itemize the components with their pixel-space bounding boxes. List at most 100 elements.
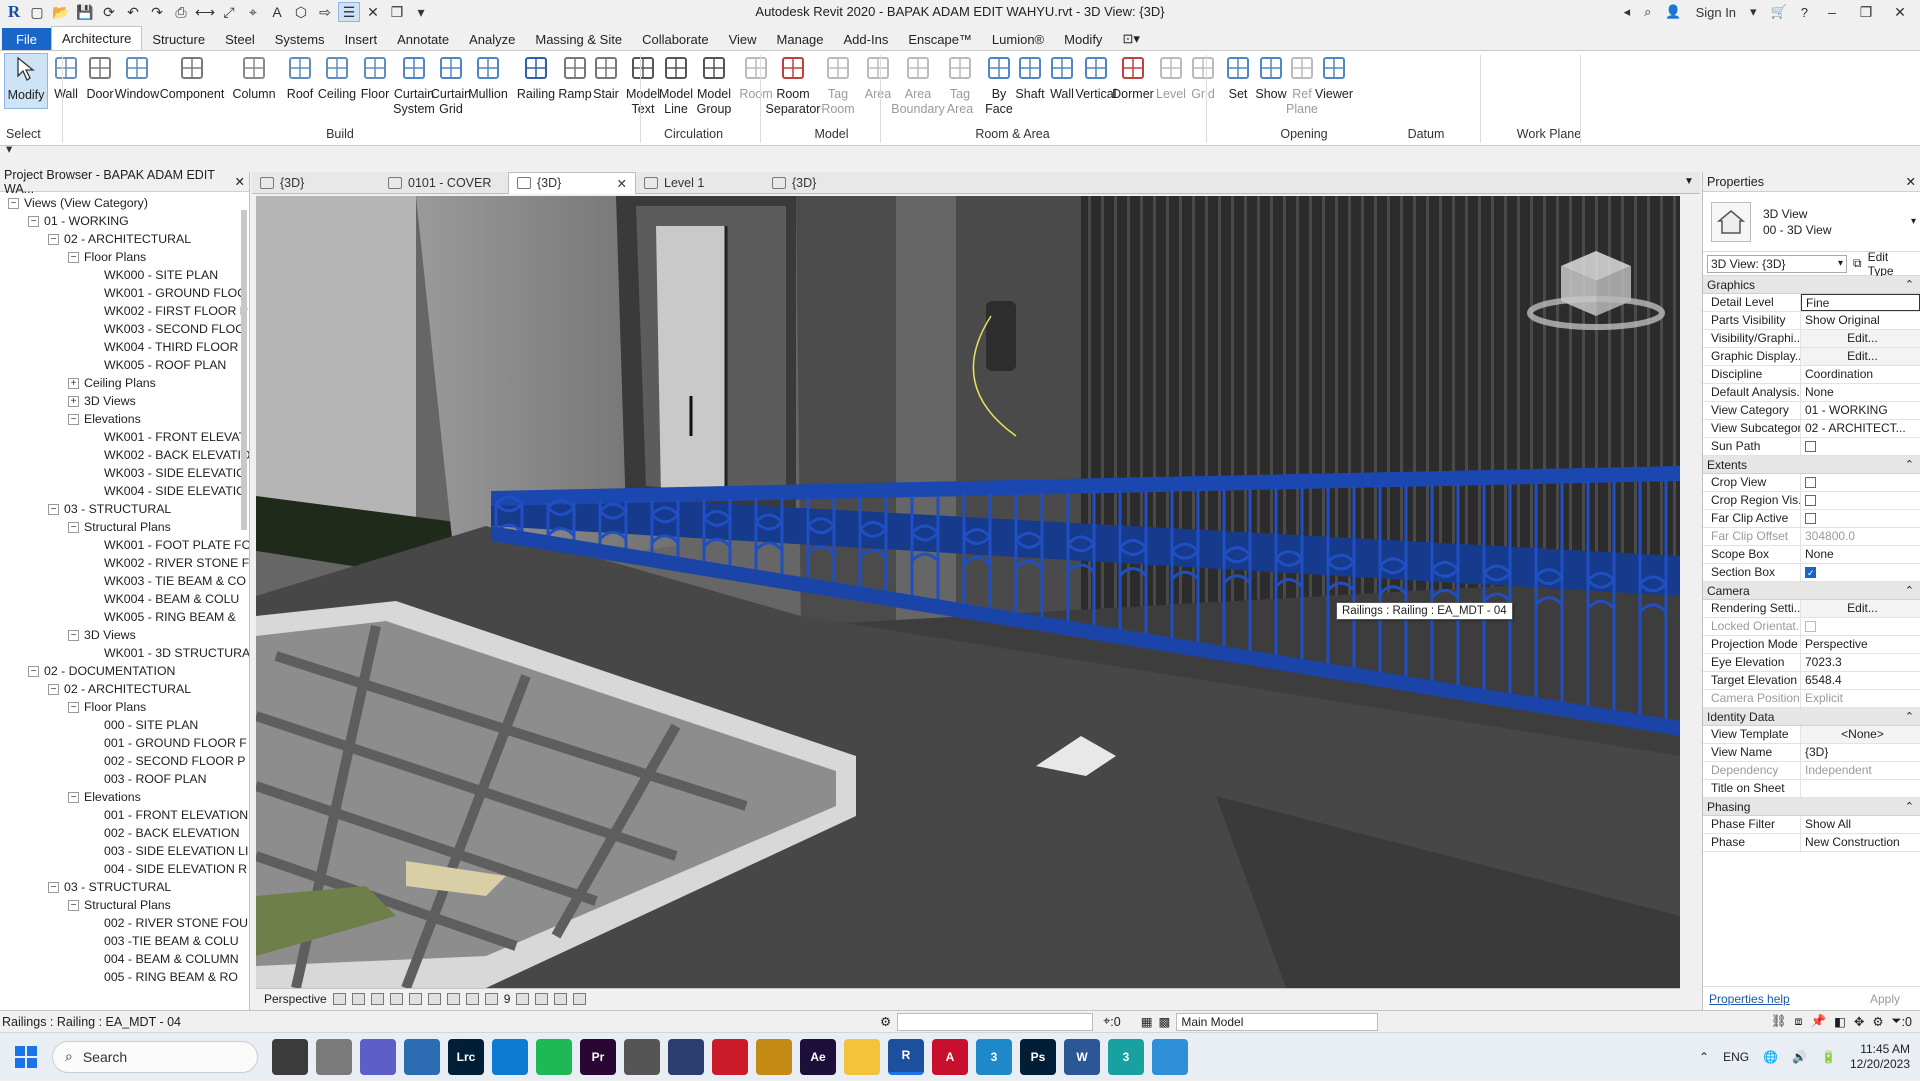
- collapse-icon[interactable]: −: [28, 666, 39, 678]
- tab-systems[interactable]: Systems: [265, 28, 335, 50]
- tree-node[interactable]: WK002 - RIVER STONE F: [0, 554, 249, 572]
- checkbox[interactable]: [1805, 621, 1816, 633]
- app-3-icon[interactable]: 3: [976, 1038, 1012, 1075]
- tab-lumion[interactable]: Lumion®: [982, 28, 1054, 50]
- collapse-icon[interactable]: −: [48, 882, 59, 894]
- revit-app-icon[interactable]: R: [888, 1038, 924, 1075]
- property-value[interactable]: 304800.0: [1801, 528, 1920, 545]
- property-value[interactable]: [1801, 510, 1920, 527]
- start-button[interactable]: [0, 1033, 52, 1081]
- property-value[interactable]: Show All: [1801, 816, 1920, 833]
- collapse-icon[interactable]: −: [68, 252, 79, 264]
- sync-icon[interactable]: ⟳: [98, 2, 120, 22]
- tree-node[interactable]: −02 - DOCUMENTATION: [0, 662, 249, 680]
- property-value[interactable]: Explicit: [1801, 690, 1920, 707]
- property-value[interactable]: None: [1801, 546, 1920, 563]
- tree-node[interactable]: − Elevations: [0, 788, 249, 806]
- tree-node[interactable]: 004 - SIDE ELEVATION R: [0, 860, 249, 878]
- checkbox[interactable]: [1805, 441, 1816, 453]
- collapse-icon[interactable]: −: [48, 684, 59, 696]
- tree-node[interactable]: 001 - FRONT ELEVATION: [0, 806, 249, 824]
- back-icon[interactable]: ◂: [1620, 2, 1635, 22]
- tree-node[interactable]: −02 - ARCHITECTURAL: [0, 680, 249, 698]
- property-value[interactable]: 02 - ARCHITECT...: [1801, 420, 1920, 437]
- binoculars-icon[interactable]: ⌕: [1640, 2, 1655, 22]
- thin-lines-icon[interactable]: ☰: [338, 2, 360, 22]
- tab-enscape[interactable]: Enscape™: [898, 28, 982, 50]
- close-tab-icon[interactable]: ✕: [617, 176, 627, 191]
- tag-icon[interactable]: ⌖: [242, 2, 264, 22]
- undo-icon[interactable]: ↶: [122, 2, 144, 22]
- tree-node[interactable]: WK001 - FOOT PLATE FO: [0, 536, 249, 554]
- workset-select[interactable]: [897, 1012, 1094, 1031]
- tab-file[interactable]: File: [2, 28, 51, 50]
- tab-massing-site[interactable]: Massing & Site: [525, 28, 632, 50]
- word-app-icon[interactable]: W: [1064, 1038, 1100, 1075]
- battery-icon[interactable]: 🔋: [1821, 1050, 1836, 1064]
- property-value[interactable]: [1801, 438, 1920, 455]
- tree-node[interactable]: −03 - STRUCTURAL: [0, 500, 249, 518]
- property-value[interactable]: [1801, 564, 1920, 581]
- folder-app-icon[interactable]: [844, 1038, 880, 1075]
- property-value[interactable]: [1801, 492, 1920, 509]
- view-tab[interactable]: 0101 - COVER: [380, 172, 508, 194]
- open-icon[interactable]: 📂: [50, 2, 72, 22]
- group-phasing[interactable]: Phasing: [1703, 798, 1920, 816]
- tree-node[interactable]: − Views (View Category): [0, 194, 249, 212]
- premiere-app-icon[interactable]: Pr: [580, 1038, 616, 1075]
- save-icon[interactable]: 💾: [74, 2, 96, 22]
- close-hidden-icon[interactable]: ✕: [362, 2, 384, 22]
- tree-node[interactable]: WK001 - GROUND FLOO: [0, 284, 249, 302]
- contextual-tab-menu-icon[interactable]: ⊡▾: [1112, 28, 1149, 50]
- room-separator-button[interactable]: Room Separator: [766, 53, 820, 133]
- tree-node[interactable]: 002 - SECOND FLOOR P: [0, 752, 249, 770]
- chevron-down-icon[interactable]: ▾: [1746, 2, 1761, 22]
- photoshop-app-icon[interactable]: Ps: [1020, 1038, 1056, 1075]
- tree-node[interactable]: 002 - RIVER STONE FOU: [0, 914, 249, 932]
- expand-icon[interactable]: +: [68, 396, 79, 408]
- area-boundary-button[interactable]: Area Boundary: [891, 53, 945, 133]
- property-value[interactable]: Coordination: [1801, 366, 1920, 383]
- sections-icon[interactable]: ⇨: [314, 2, 336, 22]
- spotify-app-icon[interactable]: [536, 1038, 572, 1075]
- collapse-icon[interactable]: −: [68, 630, 79, 642]
- revit-logo-icon[interactable]: R: [4, 2, 24, 22]
- tab-architecture[interactable]: Architecture: [50, 26, 143, 50]
- property-value[interactable]: Edit...: [1801, 348, 1920, 365]
- edge-app-icon[interactable]: [492, 1038, 528, 1075]
- tree-node[interactable]: WK003 - SECOND FLOO: [0, 320, 249, 338]
- constraints-icon[interactable]: [573, 992, 587, 1005]
- tree-node[interactable]: WK002 - FIRST FLOOR P: [0, 302, 249, 320]
- network-icon[interactable]: 🌐: [1763, 1050, 1778, 1064]
- collapse-icon[interactable]: −: [68, 414, 79, 426]
- tree-node[interactable]: 003 - SIDE ELEVATION LI: [0, 842, 249, 860]
- text-icon[interactable]: A: [266, 2, 288, 22]
- view-tab[interactable]: Level 1: [636, 172, 764, 194]
- checkbox[interactable]: [1805, 477, 1816, 489]
- tree-node[interactable]: −02 - ARCHITECTURAL: [0, 230, 249, 248]
- property-value[interactable]: [1801, 780, 1920, 797]
- teams-app-icon[interactable]: [360, 1038, 396, 1075]
- tab-collaborate[interactable]: Collaborate: [632, 28, 719, 50]
- reveal-hidden-icon[interactable]: [516, 992, 530, 1005]
- property-value[interactable]: Fine: [1801, 294, 1920, 311]
- collapse-icon[interactable]: −: [68, 522, 79, 534]
- tree-node[interactable]: +3D Views: [0, 392, 249, 410]
- property-value[interactable]: Perspective: [1801, 636, 1920, 653]
- tab-add-ins[interactable]: Add-Ins: [834, 28, 899, 50]
- tab-modify[interactable]: Modify: [1054, 28, 1112, 50]
- tree-node[interactable]: WK004 - THIRD FLOOR: [0, 338, 249, 356]
- property-value[interactable]: [1801, 618, 1920, 635]
- customize-qat-icon[interactable]: ▾: [410, 2, 432, 22]
- help-icon[interactable]: ?: [1797, 2, 1812, 22]
- property-value[interactable]: Edit...: [1801, 600, 1920, 617]
- chevron-up-icon[interactable]: ⌃: [1699, 1050, 1709, 1064]
- clock[interactable]: 11:45 AM 12/20/2023: [1850, 1042, 1910, 1072]
- tab-insert[interactable]: Insert: [335, 28, 388, 50]
- tab-steel[interactable]: Steel: [215, 28, 265, 50]
- autocad-app-icon[interactable]: A: [932, 1038, 968, 1075]
- visual-style-icon[interactable]: [351, 992, 365, 1005]
- tree-node[interactable]: WK004 - SIDE ELEVATIO: [0, 482, 249, 500]
- property-value[interactable]: Show Original: [1801, 312, 1920, 329]
- tree-node[interactable]: −01 - WORKING: [0, 212, 249, 230]
